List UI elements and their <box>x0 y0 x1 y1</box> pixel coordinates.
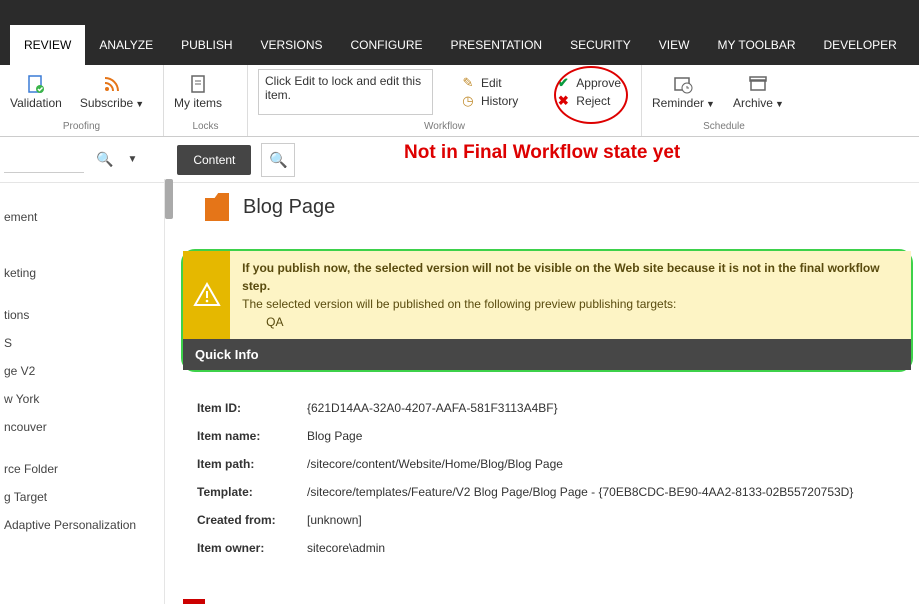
tree-panel[interactable]: ement keting tions S ge V2 w York ncouve… <box>0 179 165 604</box>
tree-search-input[interactable] <box>4 147 84 173</box>
search-icon[interactable]: 🔍 <box>96 151 113 168</box>
info-val: {621D14AA-32A0-4207-AAFA-581F3113A4BF} <box>307 401 558 415</box>
content-search-button[interactable]: 🔍 <box>261 143 295 177</box>
gutter-indicator <box>183 599 205 604</box>
quick-info-table: Item ID:{621D14AA-32A0-4207-AAFA-581F311… <box>197 394 913 562</box>
tab-review[interactable]: REVIEW <box>10 25 85 65</box>
tab-security[interactable]: SECURITY <box>556 25 645 65</box>
info-row: Item owner:sitecore\admin <box>197 534 913 562</box>
info-key: Item name: <box>197 429 307 443</box>
info-row: Item name:Blog Page <box>197 422 913 450</box>
info-val: /sitecore/content/Website/Home/Blog/Blog… <box>307 457 563 471</box>
subscribe-button[interactable]: Subscribe▼ <box>80 74 144 110</box>
annotation-text: Not in Final Workflow state yet <box>404 142 680 164</box>
group-proofing-label: Proofing <box>0 119 163 136</box>
tree-item[interactable]: g Target <box>0 483 164 511</box>
info-val: [unknown] <box>307 513 362 527</box>
content-tab[interactable]: Content <box>177 145 251 175</box>
tree-item[interactable] <box>0 441 164 455</box>
rss-icon <box>102 74 122 94</box>
info-row: Created from:[unknown] <box>197 506 913 534</box>
reject-link[interactable]: ✖ Reject <box>556 94 621 108</box>
tree-item[interactable]: w York <box>0 385 164 413</box>
page-title: Blog Page <box>243 196 335 219</box>
info-key: Item ID: <box>197 401 307 415</box>
history-link[interactable]: ◷ History <box>461 94 518 108</box>
warning-line2: The selected version will be published o… <box>242 295 899 313</box>
reject-label: Reject <box>576 94 610 108</box>
tab-mytoolbar[interactable]: MY TOOLBAR <box>703 25 809 65</box>
tree-item[interactable]: ncouver <box>0 413 164 441</box>
tab-analyze[interactable]: ANALYZE <box>85 25 167 65</box>
info-key: Template: <box>197 485 307 499</box>
workflow-message: Click Edit to lock and edit this item. <box>258 69 433 115</box>
tab-view[interactable]: VIEW <box>645 25 704 65</box>
page-title-row: Blog Page <box>205 193 913 221</box>
document-icon <box>188 74 208 94</box>
cross-icon: ✖ <box>556 94 570 108</box>
tree-item[interactable] <box>0 189 164 203</box>
tab-publish[interactable]: PUBLISH <box>167 25 246 65</box>
quick-info-header[interactable]: Quick Info <box>183 339 911 370</box>
ribbon: Validation Subscribe▼ Proofing My items … <box>0 65 919 137</box>
validation-icon <box>26 74 46 94</box>
search-dropdown[interactable]: ▼ <box>127 154 137 165</box>
myitems-button[interactable]: My items <box>174 74 222 110</box>
tree-item[interactable] <box>0 231 164 245</box>
tree-scrollbar[interactable] <box>165 179 173 219</box>
warning-icon <box>183 251 230 339</box>
check-icon: ✔ <box>556 76 570 90</box>
validation-label: Validation <box>10 96 62 110</box>
archive-button[interactable]: Archive▼ <box>733 74 784 110</box>
group-workflow-label: Workflow <box>248 119 641 136</box>
pencil-icon: ✎ <box>461 76 475 90</box>
warning-bar: If you publish now, the selected version… <box>183 251 911 339</box>
info-key: Item path: <box>197 457 307 471</box>
info-row: Template:/sitecore/templates/Feature/V2 … <box>197 478 913 506</box>
window-topbar <box>0 0 919 25</box>
info-val: sitecore\admin <box>307 541 385 555</box>
reminder-button[interactable]: Reminder▼ <box>652 74 715 110</box>
myitems-label: My items <box>174 96 222 110</box>
warning-line1: If you publish now, the selected version… <box>242 259 899 295</box>
warning-target: QA <box>266 313 899 331</box>
tree-item[interactable]: keting <box>0 259 164 287</box>
warning-highlight: If you publish now, the selected version… <box>181 249 913 372</box>
content-area: Blog Page If you publish now, the select… <box>165 179 919 604</box>
info-row: Item ID:{621D14AA-32A0-4207-AAFA-581F311… <box>197 394 913 422</box>
archive-label: Archive▼ <box>733 96 784 110</box>
tree-item[interactable]: Adaptive Personalization <box>0 511 164 539</box>
approve-link[interactable]: ✔ Approve <box>556 76 621 90</box>
info-val: Blog Page <box>307 429 362 443</box>
tree-item[interactable]: tions <box>0 301 164 329</box>
tree-item[interactable] <box>0 245 164 259</box>
tree-item[interactable]: ement <box>0 203 164 231</box>
edit-link[interactable]: ✎ Edit <box>461 76 518 90</box>
tree-item[interactable]: ge V2 <box>0 357 164 385</box>
tab-presentation[interactable]: PRESENTATION <box>437 25 557 65</box>
tree-item[interactable]: rce Folder <box>0 455 164 483</box>
info-val: /sitecore/templates/Feature/V2 Blog Page… <box>307 485 853 499</box>
approve-label: Approve <box>576 76 621 90</box>
reminder-label: Reminder▼ <box>652 96 715 110</box>
archive-icon <box>748 74 768 94</box>
tree-item[interactable]: S <box>0 329 164 357</box>
info-key: Item owner: <box>197 541 307 555</box>
clock-icon: ◷ <box>461 94 475 108</box>
validation-button[interactable]: Validation <box>10 74 62 110</box>
page-icon <box>205 193 229 221</box>
history-label: History <box>481 94 518 108</box>
edit-label: Edit <box>481 76 502 90</box>
tab-configure[interactable]: CONFIGURE <box>337 25 437 65</box>
calendar-clock-icon <box>673 74 693 94</box>
group-locks-label: Locks <box>164 119 247 136</box>
tab-developer[interactable]: DEVELOPER <box>809 25 910 65</box>
info-row: Item path:/sitecore/content/Website/Home… <box>197 450 913 478</box>
subscribe-label: Subscribe▼ <box>80 96 144 110</box>
ribbon-tabstrip: REVIEW ANALYZE PUBLISH VERSIONS CONFIGUR… <box>0 25 919 65</box>
tab-versions[interactable]: VERSIONS <box>247 25 337 65</box>
tree-item[interactable] <box>0 287 164 301</box>
group-schedule-label: Schedule <box>642 119 806 136</box>
info-key: Created from: <box>197 513 307 527</box>
